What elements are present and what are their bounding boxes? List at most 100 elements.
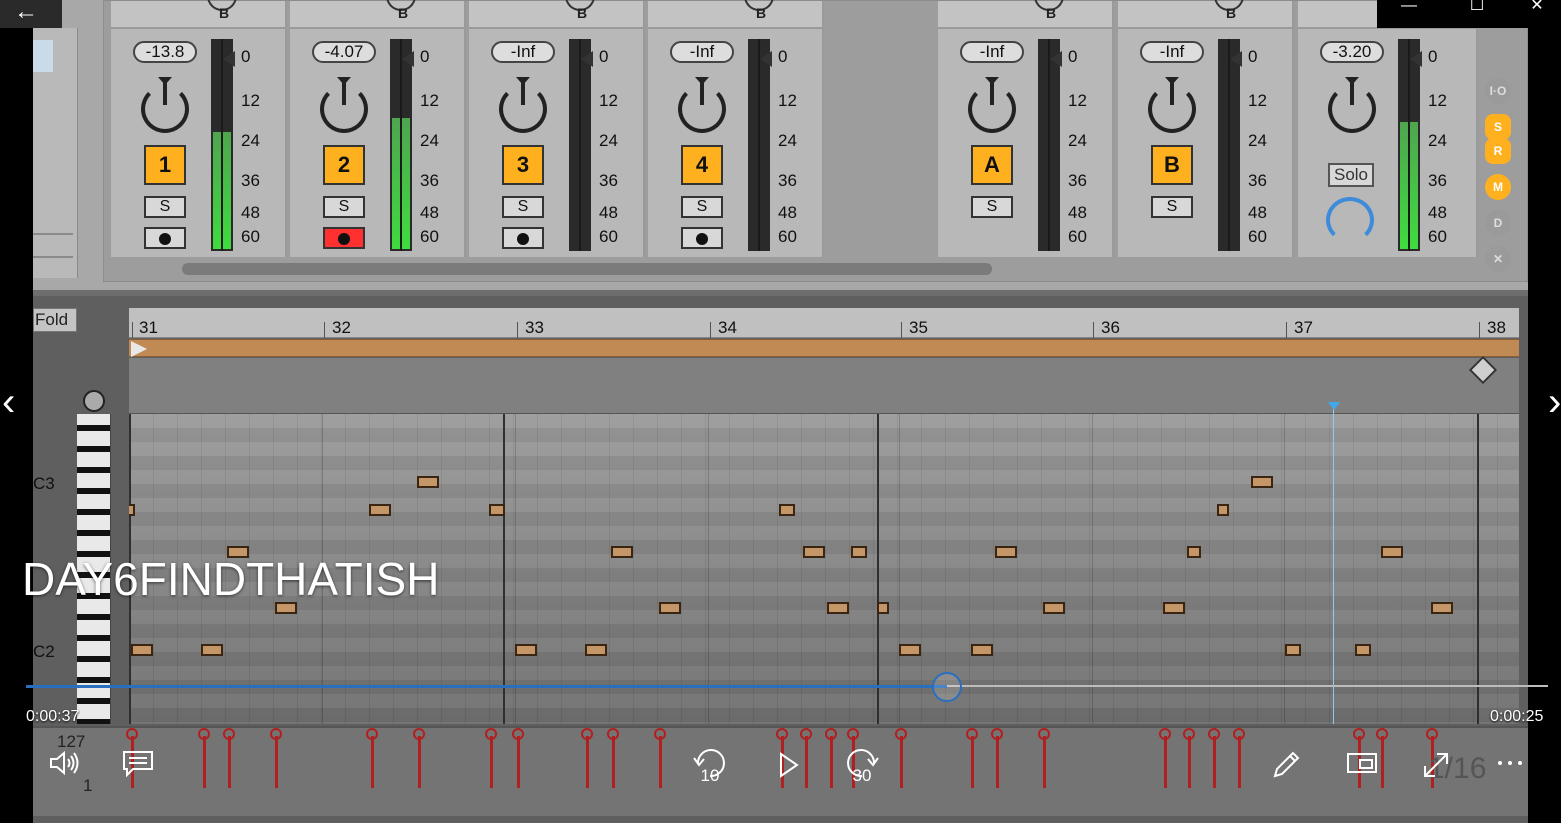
- velocity-handle[interactable]: [485, 728, 497, 740]
- seek-thumb[interactable]: [931, 672, 962, 702]
- midi-note[interactable]: [1217, 504, 1229, 516]
- track-activator-button[interactable]: 2: [323, 145, 365, 185]
- crossfade-assign[interactable]: B: [648, 0, 822, 29]
- midi-note[interactable]: [489, 504, 505, 516]
- midi-note[interactable]: [585, 644, 607, 656]
- velocity-stem[interactable]: [490, 736, 493, 788]
- velocity-handle[interactable]: [270, 728, 282, 740]
- velocity-stem[interactable]: [612, 736, 615, 788]
- sends-toggle-icon[interactable]: S: [1485, 114, 1511, 140]
- captions-button[interactable]: [118, 748, 158, 792]
- velocity-handle[interactable]: [1426, 728, 1438, 740]
- velocity-handle[interactable]: [991, 728, 1003, 740]
- velocity-handle[interactable]: [223, 728, 235, 740]
- volume-display[interactable]: -3.20: [1320, 41, 1384, 63]
- playhead-marker-icon[interactable]: [1328, 402, 1340, 410]
- velocity-handle[interactable]: [126, 728, 138, 740]
- solo-button[interactable]: S: [144, 196, 186, 218]
- midi-note[interactable]: [1163, 602, 1185, 614]
- midi-note[interactable]: [877, 602, 889, 614]
- skip-back-button[interactable]: 10: [690, 748, 730, 792]
- midi-note[interactable]: [1251, 476, 1273, 488]
- close-icon[interactable]: ✕: [1509, 0, 1561, 20]
- velocity-stem[interactable]: [371, 736, 374, 788]
- loop-brace[interactable]: [129, 339, 1519, 357]
- midi-note[interactable]: [1431, 602, 1453, 614]
- mini-view-button[interactable]: [1342, 748, 1382, 792]
- arm-button[interactable]: [502, 227, 544, 249]
- volume-fader-handle-icon[interactable]: [1230, 51, 1242, 67]
- velocity-handle[interactable]: [800, 728, 812, 740]
- midi-note[interactable]: [129, 504, 135, 516]
- track-activator-button[interactable]: 3: [502, 145, 544, 185]
- volume-display[interactable]: -Inf: [491, 41, 555, 63]
- skip-forward-button[interactable]: 30: [842, 748, 882, 792]
- solo-button[interactable]: S: [502, 196, 544, 218]
- velocity-stem[interactable]: [971, 736, 974, 788]
- midi-note[interactable]: [417, 476, 439, 488]
- velocity-handle[interactable]: [1376, 728, 1388, 740]
- solo-button[interactable]: S: [971, 196, 1013, 218]
- midi-note[interactable]: [1381, 546, 1403, 558]
- track-activator-button[interactable]: 4: [681, 145, 723, 185]
- velocity-handle[interactable]: [654, 728, 666, 740]
- midi-note[interactable]: [1285, 644, 1301, 656]
- previous-chevron-icon[interactable]: ‹: [2, 382, 30, 424]
- midi-note[interactable]: [1043, 602, 1065, 614]
- velocity-handle[interactable]: [1233, 728, 1245, 740]
- more-options-button[interactable]: [1490, 748, 1530, 792]
- midi-note[interactable]: [779, 504, 795, 516]
- volume-fader-handle-icon[interactable]: [402, 51, 414, 67]
- velocity-stem[interactable]: [830, 736, 833, 788]
- velocity-handle[interactable]: [607, 728, 619, 740]
- back-button[interactable]: ←: [0, 0, 62, 28]
- crossfade-assign[interactable]: B: [469, 0, 643, 29]
- loop-start-marker-icon[interactable]: [131, 341, 147, 357]
- cue-volume-knob[interactable]: [1326, 197, 1374, 243]
- velocity-handle[interactable]: [895, 728, 907, 740]
- midi-note[interactable]: [827, 602, 849, 614]
- midi-note[interactable]: [995, 546, 1017, 558]
- velocity-stem[interactable]: [228, 736, 231, 788]
- volume-display[interactable]: -13.8: [133, 41, 197, 63]
- velocity-handle[interactable]: [1208, 728, 1220, 740]
- velocity-handle[interactable]: [825, 728, 837, 740]
- track-activator-button[interactable]: B: [1151, 145, 1193, 185]
- volume-fader-handle-icon[interactable]: [760, 51, 772, 67]
- delay-toggle-icon[interactable]: D: [1485, 210, 1511, 236]
- crossfade-assign[interactable]: B: [290, 0, 464, 29]
- crossfader-toggle-icon[interactable]: ✕: [1485, 246, 1511, 272]
- volume-fader-handle-icon[interactable]: [1410, 51, 1422, 67]
- midi-note[interactable]: [803, 546, 825, 558]
- midi-note[interactable]: [1355, 644, 1371, 656]
- midi-note[interactable]: [851, 546, 867, 558]
- crossfade-assign[interactable]: B: [1118, 0, 1292, 29]
- midi-note[interactable]: [899, 644, 921, 656]
- crossfade-assign[interactable]: B: [938, 0, 1112, 29]
- velocity-stem[interactable]: [517, 736, 520, 788]
- midi-note[interactable]: [369, 504, 391, 516]
- track-activator-button[interactable]: 1: [144, 145, 186, 185]
- velocity-handle[interactable]: [1353, 728, 1365, 740]
- midi-note[interactable]: [131, 644, 153, 656]
- velocity-handle[interactable]: [1038, 728, 1050, 740]
- midi-note[interactable]: [659, 602, 681, 614]
- solo-button[interactable]: S: [681, 196, 723, 218]
- volume-display[interactable]: -Inf: [960, 41, 1024, 63]
- velocity-stem[interactable]: [1213, 736, 1216, 788]
- volume-display[interactable]: -Inf: [670, 41, 734, 63]
- midi-note[interactable]: [1187, 546, 1201, 558]
- headphones-preview-icon[interactable]: [83, 390, 105, 412]
- velocity-handle[interactable]: [581, 728, 593, 740]
- velocity-handle[interactable]: [1159, 728, 1171, 740]
- arm-button[interactable]: [681, 227, 723, 249]
- velocity-handle[interactable]: [966, 728, 978, 740]
- crossfade-assign[interactable]: B: [111, 0, 285, 29]
- volume-display[interactable]: -Inf: [1140, 41, 1204, 63]
- velocity-stem[interactable]: [275, 736, 278, 788]
- solo-button[interactable]: S: [323, 196, 365, 218]
- midi-note[interactable]: [515, 644, 537, 656]
- volume-display[interactable]: -4.07: [312, 41, 376, 63]
- velocity-handle[interactable]: [413, 728, 425, 740]
- velocity-stem[interactable]: [996, 736, 999, 788]
